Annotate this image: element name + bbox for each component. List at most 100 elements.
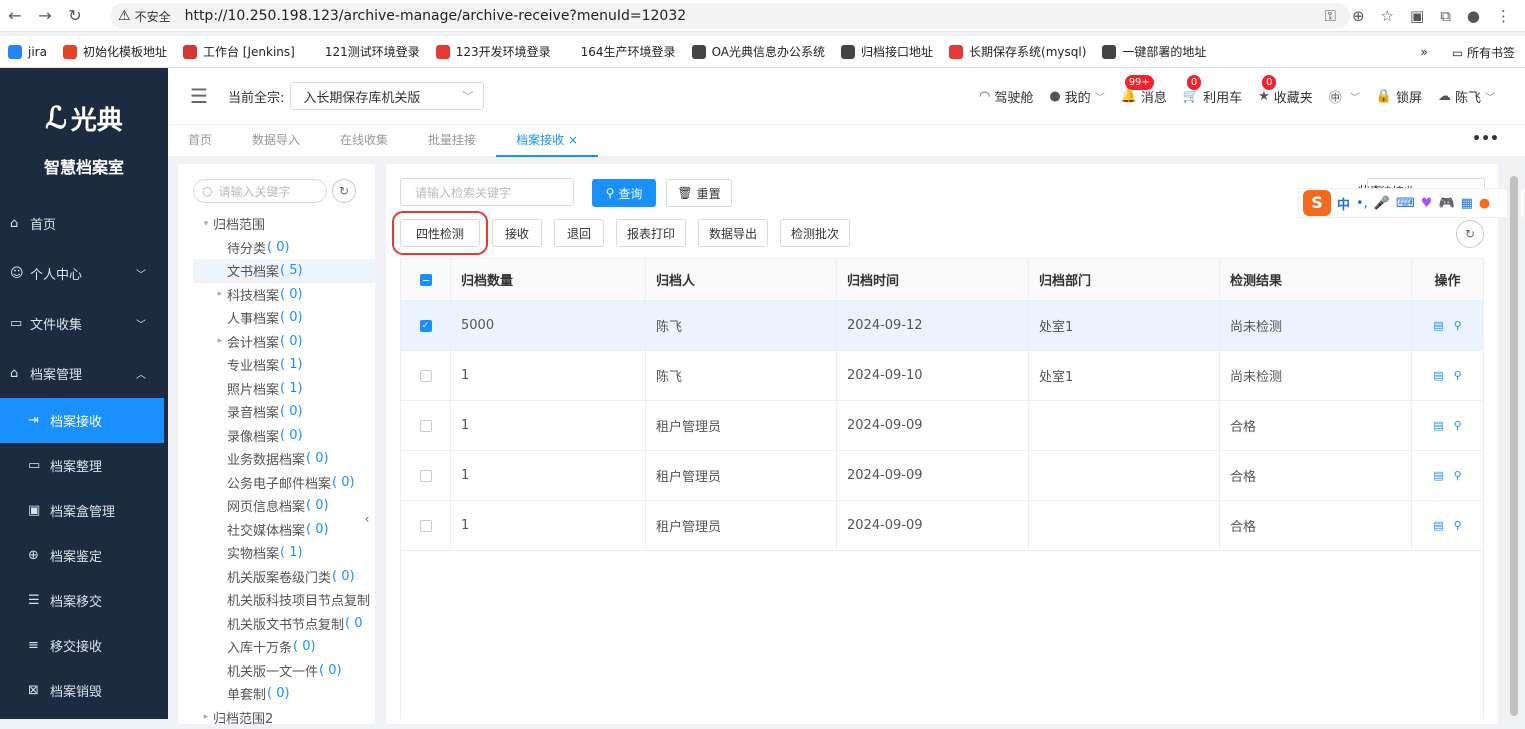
search-icon[interactable]: ⚲ [1454,369,1462,382]
row-select-cell[interactable] [401,501,451,551]
search-icon[interactable]: ⚲ [1454,419,1462,432]
table-row[interactable]: 1租户管理员2024-09-09合格▤⚲ [401,401,1484,451]
grid-icon[interactable]: ▦ [1461,196,1473,211]
row-select-cell[interactable] [401,451,451,501]
game-icon[interactable]: 🎮 [1438,196,1454,211]
row-checkbox[interactable] [420,370,432,382]
tree-node[interactable]: ▸科技档案( 0) [193,283,375,307]
sidebar-item[interactable]: ☺个人中心﹀ [0,248,168,298]
bookmark-item[interactable]: 一键部署的地址 [1094,43,1214,60]
bookmark-item[interactable]: 归档接口地址 [833,43,941,60]
tree-node[interactable]: 实物档案( 1) [193,541,375,565]
tree-node[interactable]: 文书档案( 5) [193,259,375,283]
sidebar-subitem[interactable]: ⊠档案销毁 [0,668,168,713]
zoom-icon[interactable]: ⊕ [1352,7,1365,25]
bookmarks-more-icon[interactable]: » [1420,45,1427,59]
table-row[interactable]: ✓5000陈飞2024-09-12处室1尚未检测▤⚲ [401,301,1484,351]
browser-menu-icon[interactable]: ⋮ [1496,7,1511,25]
tree-node[interactable]: 机关版科技项目节点复制 [193,588,375,612]
tab-item[interactable]: 档案接收 × [496,125,598,157]
header-item[interactable]: 🔒锁屏 [1376,87,1422,106]
tab-item[interactable]: 首页 [168,125,232,157]
ime-lang[interactable]: 中 [1337,194,1350,213]
tab-item[interactable]: 数据导入 [232,125,320,157]
sidebar-subitem[interactable]: ▭档案整理 [0,443,168,488]
row-select-cell[interactable] [401,351,451,401]
tree-node[interactable]: 待分类( 0) [193,236,375,260]
profile-icon[interactable]: ● [1467,7,1480,25]
bookmark-item[interactable]: 初始化模板地址 [55,43,175,60]
select-all-cell[interactable] [401,259,451,301]
tree-node[interactable]: 社交媒体档案( 0) [193,518,375,542]
tree-node[interactable]: 录像档案( 0) [193,424,375,448]
sidebar-subitem[interactable]: ▣档案盒管理 [0,488,168,533]
more-icon[interactable]: ••• [1472,131,1499,147]
table-row[interactable]: 1租户管理员2024-09-09合格▤⚲ [401,451,1484,501]
sidebar-subitem[interactable]: ⊕档案鉴定 [0,533,168,578]
expand-icon[interactable]: ▸ [213,336,227,346]
tree-node[interactable]: 入库十万条( 0) [193,635,375,659]
tree-node[interactable]: ▸会计档案( 0) [193,330,375,354]
header-item[interactable]: ●我的﹀ [1049,87,1104,106]
mic-icon[interactable]: 🎤 [1374,196,1390,211]
tab-item[interactable]: 批量挂接 [408,125,496,157]
sidebar-item[interactable]: ⌂档案管理︿ [0,348,168,398]
tree-node[interactable]: 录音档案( 0) [193,400,375,424]
row-checkbox[interactable] [420,470,432,482]
tree-node[interactable]: 单套制( 0) [193,682,375,706]
document-icon[interactable]: ▤ [1433,419,1443,432]
bookmark-star-icon[interactable]: ☆ [1381,7,1394,25]
row-select-cell[interactable] [401,401,451,451]
forward-icon[interactable]: → [30,6,60,25]
tree-node[interactable]: 人事档案( 0) [193,306,375,330]
puzzle-icon[interactable]: ⧉ [1440,7,1451,25]
header-item[interactable]: 🔔99+消息 [1121,87,1167,106]
document-icon[interactable]: ▤ [1433,519,1443,532]
expand-icon[interactable]: ▸ [213,289,227,299]
action-button[interactable]: 退回 [554,219,604,247]
sidebar-item[interactable]: ▭文件收集﹀ [0,298,168,348]
keyword-search-input[interactable]: 请输入检索关键字 [400,178,574,206]
back-icon[interactable]: ← [0,6,30,25]
tree-search-input[interactable]: ○ 请输入关键字 [193,179,327,203]
table-refresh-icon[interactable]: ↻ [1456,220,1484,248]
tree-node[interactable]: 机关版案卷级门类( 0) [193,565,375,589]
all-bookmarks[interactable]: ▭ 所有书签 [1452,44,1515,61]
row-checkbox[interactable]: ✓ [420,320,432,332]
table-row[interactable]: 1陈飞2024-09-10处室1尚未检测▤⚲ [401,351,1484,401]
bookmark-item[interactable]: 长期保存系统(mysql) [941,43,1094,60]
row-checkbox[interactable] [420,420,432,432]
sogou-logo-icon[interactable]: S [1303,190,1331,216]
bookmark-item[interactable]: 123开发环境登录 [428,43,559,60]
header-item[interactable]: ★0收藏夹 [1258,87,1313,106]
bookmark-item[interactable]: 164生产环境登录 [559,43,684,60]
action-button[interactable]: 检测批次 [780,219,850,247]
scrollbar[interactable] [1507,164,1521,719]
action-button[interactable]: 四性检测 [400,219,480,247]
tree-node[interactable]: 网页信息档案( 0) [193,494,375,518]
header-item[interactable]: 🛒0利用车 [1183,87,1242,106]
row-checkbox[interactable] [420,520,432,532]
refresh-icon[interactable]: ↻ [332,179,356,203]
collapse-left-icon[interactable]: ‹ [360,512,374,536]
punctuation-icon[interactable]: •, [1356,196,1368,211]
tree-node[interactable]: ▸归档范围2 [193,706,375,729]
query-button[interactable]: ⚲ 查询 [592,179,656,207]
tree-node[interactable]: 机关版文书节点复制( 0 [193,612,375,636]
tree-node[interactable]: 机关版一文一件( 0) [193,659,375,683]
scrollbar-thumb[interactable] [1510,176,1518,716]
header-item[interactable]: ☁陈飞﹀ [1438,87,1495,106]
reset-button[interactable]: 🗑 重置 [666,179,732,207]
close-icon[interactable]: × [564,133,578,147]
sidebar-subitem[interactable]: ≡移交接收 [0,623,168,668]
key-icon[interactable]: ⚿ [1325,7,1336,25]
reload-icon[interactable]: ↻ [60,6,90,25]
tab-item[interactable]: 在线收集 [320,125,408,157]
tree-node[interactable]: 专业档案( 1) [193,353,375,377]
expand-icon[interactable]: ▾ [199,219,213,229]
document-icon[interactable]: ▤ [1433,319,1443,332]
table-row[interactable]: 1租户管理员2024-09-09合格▤⚲ [401,501,1484,551]
action-button[interactable]: 数据导出 [698,219,768,247]
address-bar[interactable]: ⚠ 不安全 http://10.250.198.123/archive-mana… [110,3,1350,29]
url-text[interactable]: http://10.250.198.123/archive-manage/arc… [185,8,687,24]
